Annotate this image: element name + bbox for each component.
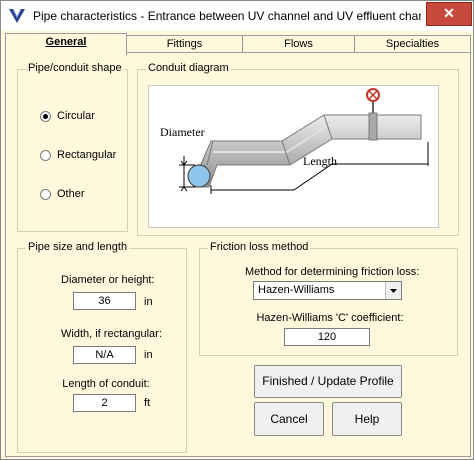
diameter-label: Diameter or height:: [61, 274, 155, 286]
window-title: Pipe characteristics - Entrance between …: [33, 9, 421, 23]
length-input[interactable]: 2: [73, 394, 136, 412]
width-label: Width, if rectangular:: [61, 328, 162, 340]
friction-group-title: Friction loss method: [208, 241, 311, 253]
cancel-button[interactable]: Cancel: [254, 402, 324, 436]
circular-label: Circular: [57, 110, 95, 122]
chevron-down-icon[interactable]: [385, 282, 401, 299]
close-button[interactable]: ✕: [426, 2, 472, 26]
v-logo-icon: [9, 8, 25, 23]
diagram-group-title: Conduit diagram: [146, 62, 231, 74]
tab-general[interactable]: General: [5, 33, 127, 55]
shape-group: Pipe/conduit shape Circular Rectangular …: [17, 62, 128, 232]
rectangular-label: Rectangular: [57, 149, 117, 161]
size-group-title: Pipe size and length: [26, 241, 130, 253]
help-button[interactable]: Help: [332, 402, 402, 436]
finished-update-profile-button[interactable]: Finished / Update Profile: [254, 365, 402, 398]
method-select[interactable]: Hazen-Williams: [253, 281, 402, 300]
rectangular-radio[interactable]: [40, 149, 51, 161]
tab-strip: General Fittings Flows Specialties: [5, 33, 471, 55]
method-label: Method for determining friction loss:: [245, 266, 420, 278]
coef-label: Hazen-Williams 'C' coefficient:: [256, 312, 404, 324]
length-unit: ft: [144, 397, 151, 409]
conduit-diagram-drawing: Diameter Length: [160, 88, 429, 194]
conduit-diagram: Diameter Length: [148, 85, 439, 228]
length-label: Length of conduit:: [62, 378, 150, 390]
pipe-end-icon: [187, 164, 211, 188]
close-icon: ✕: [443, 5, 455, 21]
shape-option-circular[interactable]: Circular: [40, 108, 95, 124]
length-dim-label: Length: [303, 154, 337, 168]
shape-option-other[interactable]: Other: [40, 186, 85, 202]
shape-option-rectangular[interactable]: Rectangular: [40, 147, 116, 163]
diameter-dim-label: Diameter: [160, 125, 205, 139]
other-radio[interactable]: [40, 188, 51, 200]
other-label: Other: [57, 188, 85, 200]
width-unit: in: [144, 349, 153, 361]
diameter-input[interactable]: 36: [73, 292, 136, 310]
method-select-value: Hazen-Williams: [258, 284, 335, 296]
pipe-characteristics-dialog: Pipe characteristics - Entrance between …: [0, 0, 474, 460]
coef-input[interactable]: 120: [284, 328, 370, 346]
title-bar: Pipe characteristics - Entrance between …: [1, 1, 473, 31]
width-input[interactable]: N/A: [73, 346, 136, 364]
diameter-unit: in: [144, 296, 153, 308]
shape-group-title: Pipe/conduit shape: [26, 62, 124, 74]
circular-radio[interactable]: [40, 110, 51, 122]
